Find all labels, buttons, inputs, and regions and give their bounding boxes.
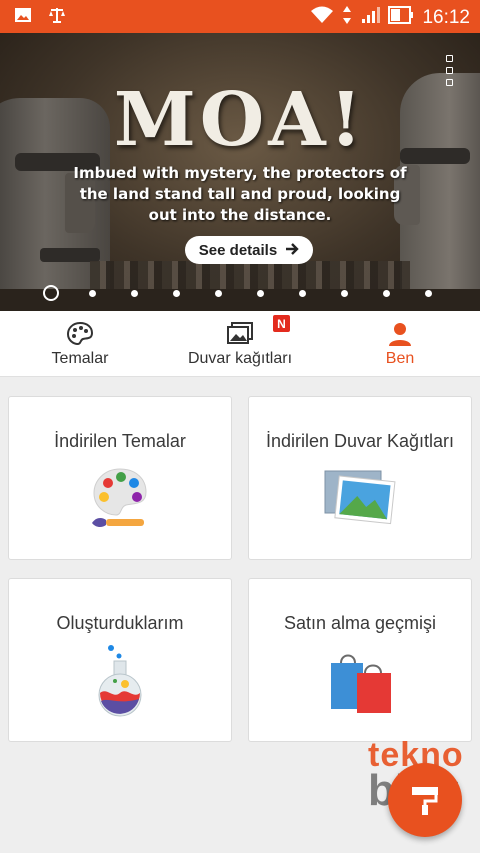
tab-label: Ben: [385, 350, 415, 367]
page-dot[interactable]: [299, 290, 306, 297]
page-dot[interactable]: [341, 290, 348, 297]
scale-icon: [48, 7, 66, 28]
tab-bar: Temalar Duvar kağıtları N Ben: [0, 311, 480, 377]
status-time: 16:12: [422, 6, 470, 28]
page-dot[interactable]: [173, 290, 180, 297]
card-title: Satın alma geçmişi: [283, 613, 437, 633]
see-details-button[interactable]: See details: [185, 236, 313, 264]
page-dot[interactable]: [383, 290, 390, 297]
palette-brush-icon: [90, 465, 150, 536]
shopping-bags-icon: [327, 649, 393, 720]
new-badge: N: [273, 315, 290, 332]
tab-temalar[interactable]: Temalar: [30, 311, 130, 377]
picture-icon: [323, 467, 397, 530]
paint-roller-icon: [408, 783, 442, 822]
signal-icon: [360, 5, 381, 30]
status-bar: 16:12: [0, 0, 480, 33]
see-details-label: See details: [198, 241, 278, 259]
person-icon: [387, 321, 413, 347]
banner-title: MOA!: [113, 77, 367, 163]
banner-description: Imbued with mystery, the protectors of t…: [73, 164, 407, 224]
card-my-creations[interactable]: Oluşturduklarım: [8, 578, 232, 742]
card-downloaded-wallpapers[interactable]: İndirilen Duvar Kağıtları: [248, 396, 472, 560]
flask-icon: [95, 643, 145, 724]
card-title: İndirilen Duvar Kağıtları: [265, 431, 455, 451]
card-title: Oluşturduklarım: [56, 613, 184, 633]
floating-action-button[interactable]: [388, 763, 462, 837]
tab-label: Duvar kağıtları: [187, 350, 293, 367]
wifi-icon: [310, 5, 334, 30]
card-title: İndirilen Temalar: [54, 431, 186, 451]
card-downloaded-themes[interactable]: İndirilen Temalar: [8, 396, 232, 560]
overflow-menu-icon[interactable]: [446, 55, 456, 86]
data-arrows-icon: [342, 5, 352, 30]
page-dot[interactable]: [89, 290, 96, 297]
banner-page-indicator: [0, 284, 480, 301]
wallpaper-icon: [226, 321, 254, 347]
page-dot[interactable]: [425, 290, 432, 297]
page-dot[interactable]: [257, 290, 264, 297]
card-purchase-history[interactable]: Satın alma geçmişi: [248, 578, 472, 742]
tab-ben[interactable]: Ben: [350, 311, 450, 377]
page-dot[interactable]: [215, 290, 222, 297]
palette-icon: [66, 321, 94, 347]
page-dot[interactable]: [131, 290, 138, 297]
page-dot-active[interactable]: [43, 285, 59, 301]
tab-label: Temalar: [51, 350, 109, 367]
arrow-right-icon: [285, 242, 299, 259]
featured-banner[interactable]: MOA! Imbued with mystery, the protectors…: [0, 33, 480, 311]
image-icon: [14, 7, 32, 28]
battery-icon: [388, 6, 414, 29]
